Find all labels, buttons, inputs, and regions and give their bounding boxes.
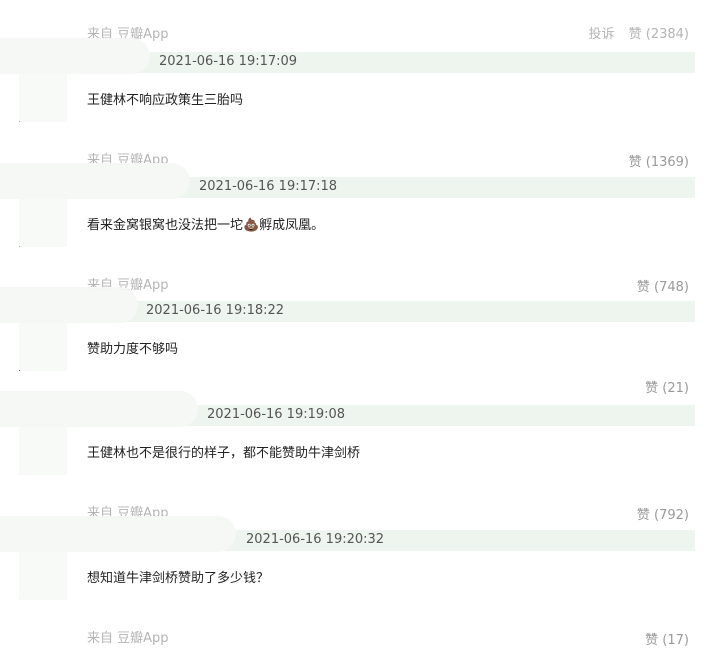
like-button[interactable]: 赞 (17) (645, 629, 689, 648)
comment-item: 2021-06-16 19:20:32 想知道牛津剑桥赞助了多少钱？ 来自 豆瓣… (0, 516, 703, 665)
comment-text: 看来金窝银窝也没法把一坨💩孵成凤凰。 (87, 218, 325, 233)
avatar-redaction (19, 427, 67, 475)
like-button[interactable]: 赞 (1369) (629, 151, 689, 170)
avatar-redaction (19, 323, 67, 371)
comment-timestamp: 2021-06-16 19:17:18 (199, 179, 338, 194)
comment-timestamp: 2021-06-16 19:20:32 (246, 532, 385, 547)
avatar-redaction (19, 552, 67, 600)
comment-text: 王健林不响应政策生三胎吗 (87, 93, 244, 108)
source-label: 来自 豆瓣App (87, 631, 169, 646)
avatar[interactable] (19, 74, 67, 122)
comment-timestamp: 2021-06-16 19:17:09 (159, 54, 298, 69)
comment-text: 王健林也不是很行的样子，都不能赞助牛津剑桥 (87, 446, 361, 461)
avatar[interactable] (19, 199, 67, 247)
avatar[interactable] (19, 552, 67, 600)
redaction-smudge (0, 391, 198, 427)
comment-text: 赞助力度不够吗 (87, 342, 179, 357)
comment-timestamp: 2021-06-16 19:18:22 (146, 303, 285, 318)
redaction-smudge (0, 163, 190, 199)
redaction-smudge (0, 516, 236, 552)
like-button[interactable]: 赞 (2384) (629, 27, 689, 42)
report-link[interactable]: 投诉 (588, 27, 614, 42)
comment-timestamp: 2021-06-16 19:19:08 (207, 407, 346, 422)
avatar[interactable] (19, 323, 67, 371)
comment-actions: 投诉 赞 (2384) (578, 23, 689, 42)
redaction-smudge (0, 38, 150, 74)
like-button[interactable]: 赞 (748) (637, 276, 689, 295)
avatar-redaction (19, 74, 67, 122)
avatar[interactable] (19, 427, 67, 475)
like-button[interactable]: 赞 (792) (637, 504, 689, 523)
avatar-redaction (19, 199, 67, 247)
comment-text: 想知道牛津剑桥赞助了多少钱？ (87, 571, 270, 586)
like-button[interactable]: 赞 (21) (645, 377, 689, 396)
redaction-smudge (0, 287, 138, 323)
